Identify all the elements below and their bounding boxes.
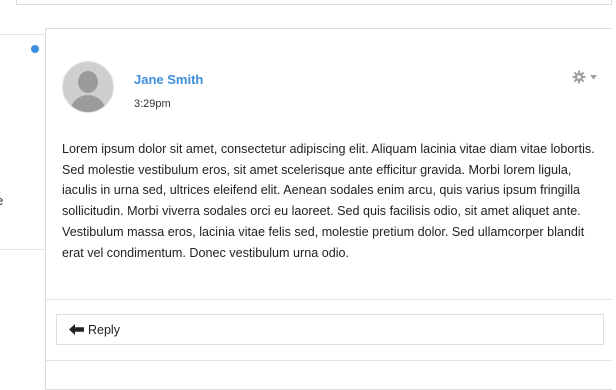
reply-button[interactable]: Reply (56, 314, 604, 345)
background-card-text: e (0, 193, 3, 208)
avatar-body (70, 95, 106, 112)
post-divider (46, 299, 612, 300)
post-body: Lorem ipsum dolor sit amet, consectetur … (62, 142, 595, 260)
previous-card-edge (16, 0, 612, 5)
reply-label: Reply (88, 322, 120, 337)
card-footer-divider (46, 360, 612, 361)
caret-down-icon (590, 74, 597, 80)
avatar[interactable] (62, 61, 114, 113)
post-timestamp: 3:29pm (134, 98, 171, 110)
post-card: Jane Smith 3:29pm Lorem ipsum dolor sit … (45, 28, 612, 390)
post-menu-button[interactable] (572, 67, 612, 87)
unread-indicator (31, 45, 39, 53)
avatar-head (78, 71, 98, 93)
gear-icon (572, 70, 586, 84)
author-name-link[interactable]: Jane Smith (134, 72, 203, 87)
arrow-left-icon (69, 324, 84, 335)
